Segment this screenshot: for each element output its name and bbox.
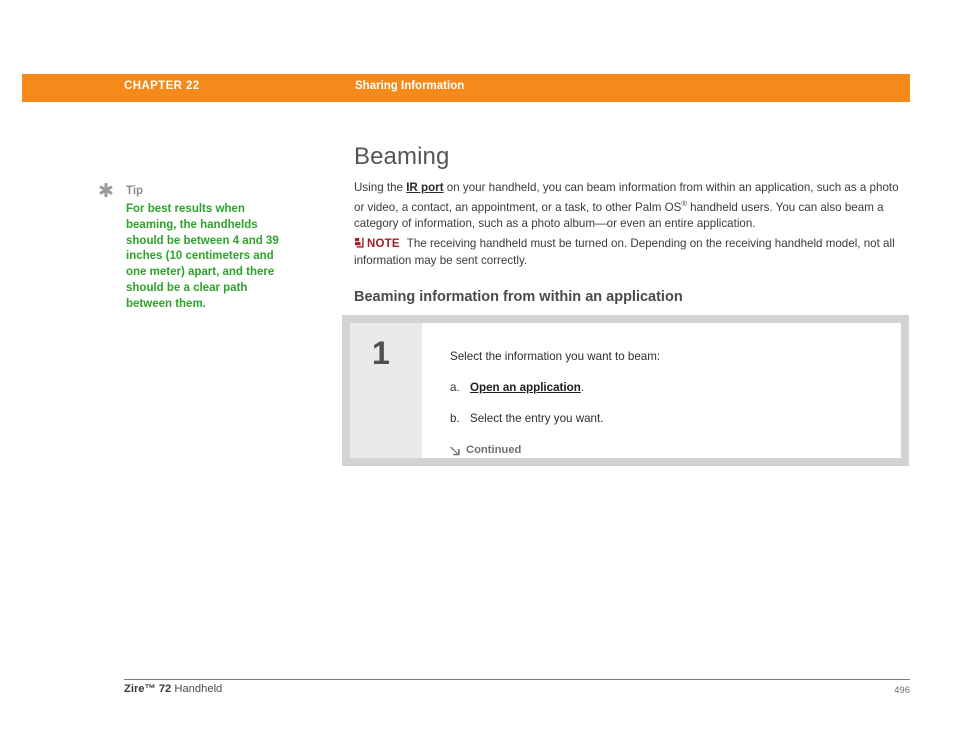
intro-paragraph: Using the IR port on your handheld, you … — [354, 180, 910, 232]
page-title: Beaming — [354, 143, 450, 170]
tip-body-text: For best results when beaming, the handh… — [126, 203, 279, 310]
continued-row: Continued — [450, 444, 901, 456]
footer-brand: Zire™ 72 — [124, 683, 172, 695]
asterisk-icon: ✱ — [98, 181, 114, 202]
substep-a-marker: a. — [450, 381, 460, 394]
substep-b-text: Select the entry you want. — [470, 412, 604, 425]
page-number: 496 — [894, 685, 910, 696]
ir-port-link[interactable]: IR port — [406, 181, 443, 194]
intro-text-before: Using the — [354, 181, 407, 194]
footer-product: Zire™ 72 Handheld — [124, 683, 222, 695]
step-box: 1 Select the information you want to bea… — [342, 315, 909, 466]
note-label: NOTE — [367, 238, 400, 250]
chapter-label: CHAPTER 22 — [124, 80, 200, 92]
substep-b-marker: b. — [450, 412, 460, 425]
sub-heading: Beaming information from within an appli… — [354, 289, 683, 305]
arrow-down-right-icon — [450, 445, 461, 456]
step-number: 1 — [372, 335, 390, 371]
step-lead-text: Select the information you want to beam: — [450, 350, 661, 363]
substep-a-suffix: . — [580, 381, 585, 394]
substep-b: b. Select the entry you want. — [450, 411, 901, 427]
note-text: The receiving handheld must be turned on… — [354, 237, 895, 268]
substep-a: a. Open an application. — [450, 380, 901, 396]
step-number-panel: 1 — [350, 323, 422, 458]
footer-divider — [124, 679, 910, 680]
note-arrow-icon — [354, 237, 365, 253]
tip-label: Tip — [126, 185, 144, 197]
note-callout: NOTE The receiving handheld must be turne… — [354, 236, 910, 269]
footer-product-label: Handheld — [171, 683, 223, 695]
step-content: Select the information you want to beam:… — [422, 323, 901, 458]
section-title: Sharing Information — [355, 80, 465, 92]
continued-label: Continued — [466, 444, 522, 456]
step-inner: 1 Select the information you want to bea… — [350, 323, 901, 458]
open-an-application-link[interactable]: Open an application — [470, 381, 581, 394]
chapter-header-bar: CHAPTER 22 Sharing Information — [22, 74, 910, 102]
